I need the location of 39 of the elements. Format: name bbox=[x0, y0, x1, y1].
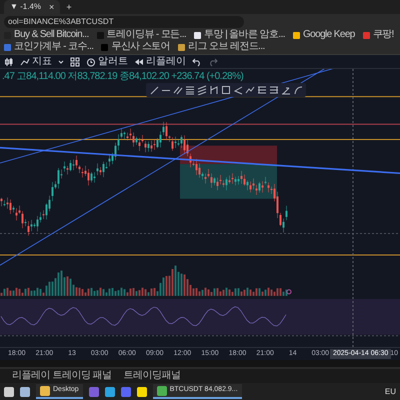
address-field[interactable]: ool=BINANCE%3ABTCUSDT bbox=[4, 16, 244, 28]
drawing-tool-icon[interactable] bbox=[197, 85, 207, 95]
candlestick-icon bbox=[4, 56, 14, 66]
undo-icon bbox=[192, 56, 202, 66]
drawing-tool-icon[interactable] bbox=[173, 85, 183, 95]
chart-line-icon bbox=[20, 56, 30, 66]
tab-title: ▼ -1.4% bbox=[10, 1, 42, 13]
drawing-tool-icon[interactable] bbox=[185, 85, 195, 95]
indicators-button[interactable]: 지표 bbox=[20, 56, 52, 68]
bookmark[interactable]: 쿠팡! bbox=[362, 29, 394, 41]
taskbar-app-icon[interactable] bbox=[104, 386, 115, 396]
drawing-tool-icon[interactable] bbox=[293, 85, 303, 95]
grid-icon bbox=[70, 56, 80, 66]
price-legend: .47 고84,114.00 저83,782.19 종84,102.20 +236.74 (+0.28%) bbox=[2, 69, 244, 84]
browser-tab[interactable]: ▼ -1.4% × bbox=[4, 0, 60, 14]
bookmark[interactable]: 무신사 스토어 bbox=[101, 41, 170, 53]
language-indicator[interactable]: EU bbox=[384, 386, 396, 398]
marker-icon bbox=[286, 289, 292, 294]
panel-tab[interactable]: 리플레이 트레이딩 패널 bbox=[12, 370, 112, 382]
alarm-clock-icon bbox=[86, 56, 96, 66]
taskbar-app-icon[interactable] bbox=[4, 386, 14, 396]
alert-button[interactable]: 알러트 bbox=[86, 56, 128, 68]
new-tab-button[interactable]: + bbox=[66, 2, 72, 12]
taskbar-app-icon[interactable] bbox=[136, 386, 147, 396]
close-tab-button[interactable]: × bbox=[49, 2, 54, 12]
drawing-tool-icon[interactable] bbox=[281, 85, 291, 95]
bookmark[interactable]: 리그 오브 레전드... bbox=[178, 41, 265, 53]
redo-icon bbox=[208, 56, 218, 66]
bookmark[interactable]: Google Keep bbox=[292, 29, 355, 41]
replay-button[interactable]: 리플레이 bbox=[134, 56, 186, 68]
panel-tab[interactable]: 트레이딩패널 bbox=[124, 370, 181, 382]
bookmark[interactable]: 트레이딩뷰 - 모든... bbox=[96, 29, 186, 41]
bookmark[interactable]: 코인가계부 - 코수... bbox=[4, 41, 94, 53]
taskbar-app-icon[interactable] bbox=[20, 386, 30, 396]
bookmark[interactable]: Buy & Sell Bitcoin... bbox=[4, 29, 89, 41]
drawing-tool-icon[interactable] bbox=[257, 85, 267, 95]
bookmark[interactable]: 투망 | 올바른 암호... bbox=[194, 29, 285, 41]
drawing-tool-icon[interactable] bbox=[269, 85, 279, 95]
drawing-tool-icon[interactable] bbox=[209, 85, 219, 95]
